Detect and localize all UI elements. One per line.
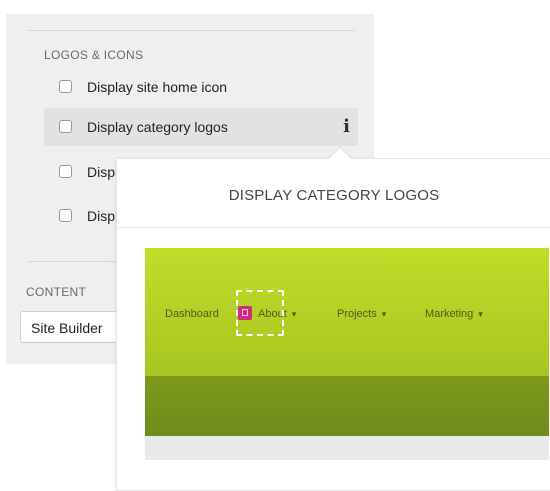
caret-down-icon: ▾ — [381, 309, 387, 319]
caret-down-icon: ▾ — [291, 309, 297, 319]
preview-nav-marketing: Marketing ▾ — [425, 308, 483, 320]
preview-band — [145, 376, 549, 436]
caret-down-icon: ▾ — [478, 309, 483, 319]
preview-nav-projects: Projects ▾ — [337, 308, 387, 320]
option-display-category-logos[interactable]: Display category logos i — [44, 108, 358, 146]
tooltip-arrow-inner — [329, 148, 351, 159]
checkbox-display-3[interactable] — [59, 165, 72, 178]
option-display-site-home-icon[interactable]: Display site home icon — [44, 68, 358, 106]
tooltip-title: DISPLAY CATEGORY LOGOS — [228, 187, 440, 204]
option-label: Display site home icon — [87, 79, 228, 95]
info-icon[interactable]: i — [343, 116, 350, 137]
logo-highlight-box — [236, 290, 284, 336]
logos-icons-heading: LOGOS & ICONS — [44, 48, 144, 62]
checkbox-display-4[interactable] — [59, 209, 72, 222]
tooltip-divider — [117, 227, 550, 228]
option-label: Display category logos — [87, 119, 228, 135]
preview-nav-dashboard: Dashboard — [165, 308, 219, 320]
content-heading: CONTENT — [26, 285, 87, 299]
category-logos-tooltip: DISPLAY CATEGORY LOGOS Dashboard About ▾ … — [116, 158, 550, 491]
top-divider — [28, 30, 354, 31]
checkbox-display-site-home-icon[interactable] — [59, 80, 72, 93]
content-select-value: Site Builder — [31, 320, 103, 336]
preview-image: Dashboard About ▾ Projects ▾ Marketing ▾ — [145, 248, 549, 460]
checkbox-display-category-logos[interactable] — [59, 120, 72, 133]
